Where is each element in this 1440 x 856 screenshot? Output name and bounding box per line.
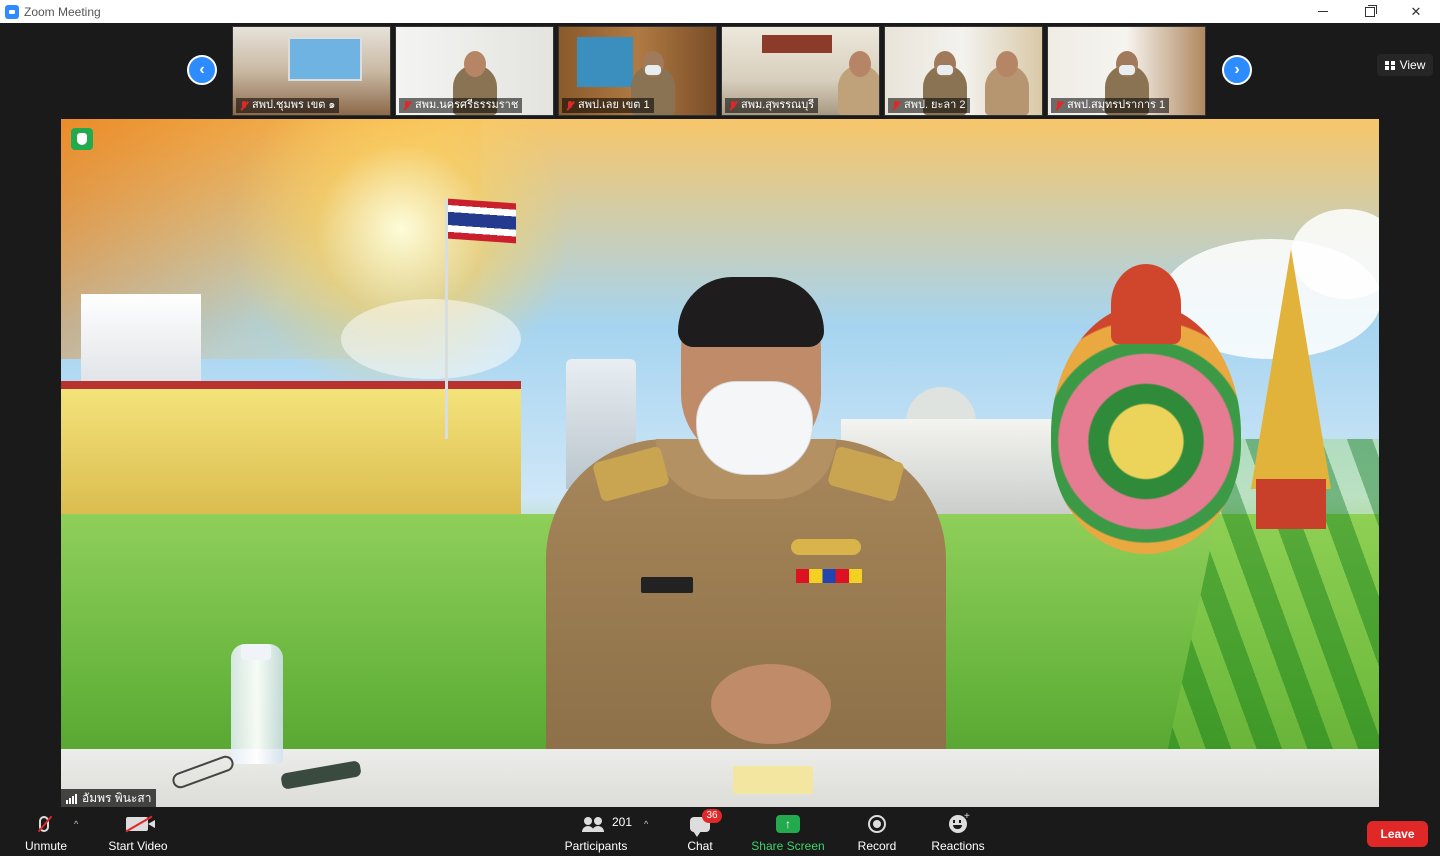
share-screen-label: Share Screen <box>751 839 825 853</box>
participant-name: สพป. ยะลา 2 <box>904 99 966 111</box>
participant-label: สพป. ยะลา 2 <box>888 98 970 113</box>
obec-logo-seal <box>1051 264 1241 554</box>
zoom-app-icon <box>5 4 19 19</box>
unmute-button[interactable]: Unmute <box>18 807 74 856</box>
participant-thumbnail[interactable]: สพม.นครศรีธรรมราช <box>395 26 554 116</box>
golden-pagoda <box>1251 249 1331 489</box>
participant-name: สพม.สุพรรณบุรี <box>741 99 815 111</box>
gallery-prev-button[interactable]: ‹ <box>187 55 217 85</box>
title-bar: Zoom Meeting ✕ <box>0 0 1440 23</box>
restore-icon <box>1365 4 1377 17</box>
close-button[interactable]: ✕ <box>1393 0 1439 23</box>
gallery-next-button[interactable]: › <box>1222 55 1252 85</box>
speaker-hair <box>678 277 824 347</box>
face-mask <box>936 65 953 75</box>
mic-muted-icon <box>729 100 737 111</box>
reactions-label: Reactions <box>931 839 985 853</box>
water-bottle <box>231 644 283 764</box>
reactions-icon: + <box>949 811 970 833</box>
participant-name: สพป.สมุทรปราการ 1 <box>1067 99 1166 111</box>
record-label: Record <box>857 839 897 853</box>
speaker-hands <box>711 664 831 744</box>
speaker-name: อัมพร พินะสา <box>82 790 152 805</box>
chat-label: Chat <box>687 839 713 853</box>
portrait-frame <box>762 35 832 53</box>
sticky-note <box>733 766 813 794</box>
active-speaker-video <box>61 119 1379 807</box>
start-video-button[interactable]: Start Video <box>104 807 172 856</box>
speaker-name-tag: อัมพร พินะสา <box>61 789 157 807</box>
participant-name: สพป.ชุมพร เขต ๑ <box>252 99 336 111</box>
participant-thumbnail[interactable]: สพป. ยะลา 2 <box>884 26 1043 116</box>
mic-muted-icon <box>403 100 411 111</box>
minimize-icon <box>1318 11 1328 12</box>
participant-label: สพม.นครศรีธรรมราช <box>399 98 523 113</box>
mic-muted-icon <box>240 100 248 111</box>
mic-muted-icon <box>1055 100 1063 111</box>
view-button[interactable]: View <box>1377 54 1433 76</box>
audio-options-caret[interactable]: ^ <box>74 819 78 829</box>
screen-display <box>288 37 362 81</box>
chevron-left-icon: ‹ <box>199 61 205 78</box>
portrait-frame <box>577 37 633 87</box>
participant-label: สพป.เลย เขต 1 <box>562 98 654 113</box>
participant-head <box>463 51 486 77</box>
participant-label: สพป.สมุทรปราการ 1 <box>1051 98 1170 113</box>
chevron-right-icon: › <box>1234 61 1240 78</box>
record-icon <box>868 815 886 833</box>
leave-button[interactable]: Leave <box>1367 821 1428 847</box>
pagoda-base <box>1256 479 1326 529</box>
thai-flag <box>448 198 516 244</box>
participant-thumbnail[interactable]: สพม.สุพรรณบุรี <box>721 26 880 116</box>
microphone-muted-icon <box>39 816 49 832</box>
record-button[interactable]: Record <box>852 807 902 856</box>
gallery-strip: ‹ สพป.ชุมพร เขต ๑ สพม.นครศรีธรรมราช สพป.… <box>0 23 1440 119</box>
speaker-face-mask <box>696 381 813 475</box>
view-label: View <box>1399 58 1426 72</box>
window-title: Zoom Meeting <box>24 4 101 19</box>
chat-unread-badge: 36 <box>702 809 722 823</box>
share-screen-button[interactable]: ↑ Share Screen <box>750 807 826 856</box>
participant-thumbnail[interactable]: สพป.สมุทรปราการ 1 <box>1047 26 1206 116</box>
video-off-icon <box>126 817 155 831</box>
cloud <box>341 299 521 379</box>
signal-strength-icon <box>66 793 78 804</box>
reactions-button[interactable]: + Reactions <box>928 807 988 856</box>
shield-icon[interactable] <box>71 128 93 150</box>
share-screen-icon: ↑ <box>776 815 800 833</box>
ministry-building <box>61 389 521 529</box>
bottle-cap <box>241 644 271 660</box>
participants-count: 201 <box>612 815 633 829</box>
unmute-label: Unmute <box>24 839 68 853</box>
wings-badge <box>791 539 861 555</box>
meeting-toolbar: Unmute ^ Start Video 201 Participants ^ … <box>0 807 1440 856</box>
chat-button[interactable]: 36 Chat <box>680 807 722 856</box>
participant-label: สพม.สุพรรณบุรี <box>725 98 819 113</box>
participants-label: Participants <box>564 839 628 853</box>
participant-name: สพม.นครศรีธรรมราช <box>415 99 519 111</box>
minimize-button[interactable] <box>1300 0 1346 23</box>
face-mask <box>1118 65 1135 75</box>
participant-thumbnail[interactable]: สพป.ชุมพร เขต ๑ <box>232 26 391 116</box>
participant-name: สพป.เลย เขต 1 <box>578 99 650 111</box>
restore-button[interactable] <box>1347 0 1393 23</box>
participant-head <box>849 51 872 77</box>
participant-label: สพป.ชุมพร เขต ๑ <box>236 98 340 113</box>
close-icon: ✕ <box>1410 3 1422 19</box>
ribbon-bar <box>796 569 862 583</box>
participants-button[interactable]: 201 Participants <box>560 807 632 856</box>
start-video-label: Start Video <box>108 839 168 853</box>
mic-muted-icon <box>566 100 574 111</box>
participants-icon <box>582 817 606 832</box>
face-mask <box>645 65 662 75</box>
participant-thumbnail[interactable]: สพป.เลย เขต 1 <box>558 26 717 116</box>
grid-view-icon <box>1384 60 1395 70</box>
name-plate <box>641 577 693 593</box>
mic-muted-icon <box>892 100 900 111</box>
participants-options-caret[interactable]: ^ <box>644 819 648 829</box>
